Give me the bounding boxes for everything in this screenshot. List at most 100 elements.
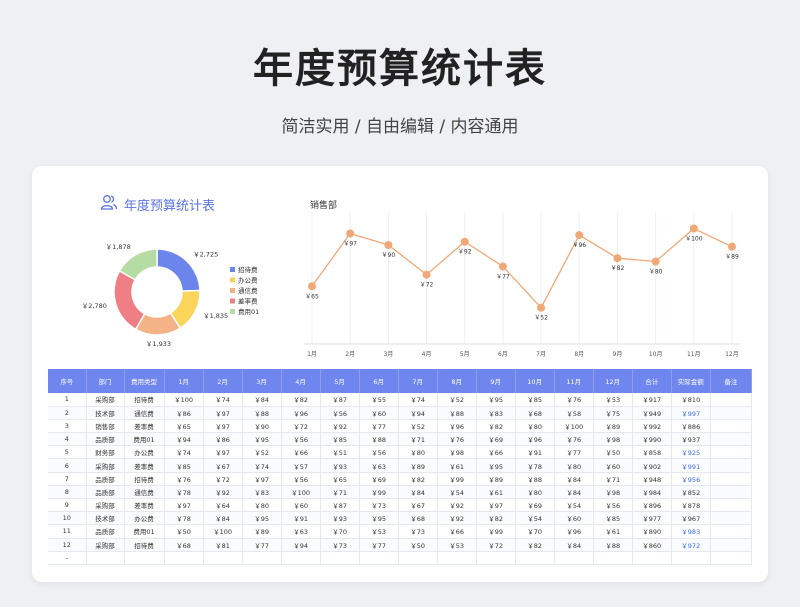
table-cell: ￥55 [359,393,399,407]
table-cell: ￥60 [359,406,399,420]
table-cell [437,551,477,565]
table-cell: ￥78 [164,485,204,500]
dashboard-card: 年度预算统计表 ￥2,725 ￥1,835 ￥1,933 ￥2,780 ￥1,878 招待… [32,166,768,582]
table-cell: ￥80 [398,445,438,460]
table-cell [710,472,753,486]
data-point [537,303,546,312]
legend-swatch [230,309,235,314]
table-cell: ￥53 [359,524,399,539]
table-cell: ￥65 [320,472,360,486]
table-cell: ￥85 [164,458,204,473]
table-cell: 差率费 [124,458,165,473]
table-cell: ￥858 [632,445,672,460]
column-header: 2月 [203,369,243,393]
table-cell: ￥61 [593,524,633,539]
table-cell: ￥66 [281,445,321,460]
table-cell: ￥99 [476,524,516,539]
table-cell: ￥76 [164,472,204,486]
x-tick-label: 12月 [725,351,739,358]
table-cell: ￥63 [359,458,399,473]
data-point [651,257,660,266]
table-cell [593,551,633,565]
point-label: ￥52 [534,315,548,322]
table-cell [242,551,282,565]
data-point [575,231,584,240]
table-cell: ￥85 [593,511,633,526]
column-header: 备注 [710,369,753,393]
table-cell: ￥74 [203,393,243,407]
table-cell: ￥967 [671,511,711,526]
table-cell: ￥82 [476,419,516,434]
donut-data-label: ￥2,725 [193,251,218,259]
column-header: 11月 [554,369,594,393]
table-cell: ￥52 [437,393,477,407]
column-header: 费用类型 [124,369,165,393]
table-cell: ￥92 [437,511,477,526]
legend-swatch [230,277,235,283]
donut-data-label: ￥1,933 [146,340,171,348]
table-cell: ￥56 [593,498,633,513]
table-cell: ￥57 [281,458,321,473]
table-cell: ￥88 [437,406,477,420]
table-cell: ￥95 [242,432,282,447]
table-cell: ￥984 [632,485,672,500]
table-cell: ￥896 [632,498,672,513]
table-row: 12 采购部 招待费 ￥68 ￥81 ￥77 ￥94 ￥73 ￥77 ￥50 ￥53 ￥72 ￥82 ￥8… [48,538,753,552]
table-cell: ￥60 [593,458,633,473]
table-cell: ￥56 [359,445,399,460]
table-cell: ￥86 [203,432,243,447]
table-cell: - [48,551,87,565]
x-tick-label: 7月 [536,351,546,358]
table-cell: ￥63 [281,524,321,539]
point-label: ￥90 [382,252,396,259]
column-header: 9月 [476,369,516,393]
column-header: 实际金额 [671,369,711,393]
table-cell: 费用01 [124,432,165,447]
table-cell: ￥80 [515,485,555,500]
table-cell: ￥100 [554,419,594,434]
legend-swatch [230,288,235,293]
donut-chart: ￥2,725 ￥1,835 ￥1,933 ￥2,780 ￥1,878 招待费办公费通信费差… [82,243,259,348]
table-cell [203,551,243,565]
table-cell: ￥82 [281,393,321,407]
table-cell: ￥95 [242,511,282,526]
x-tick-label: 11月 [687,351,701,358]
table-cell: ￥93 [320,458,360,473]
table-cell [710,406,753,420]
table-cell: 销售部 [86,419,125,434]
table-cell: ￥852 [671,485,711,500]
table-cell: ￥94 [164,432,204,447]
table-row: 5 财务部 办公费 ￥74 ￥97 ￥52 ￥66 ￥51 ￥56 ￥80 ￥98 ￥66 ￥91 ￥77… [48,445,753,460]
table-cell: 招待费 [124,538,165,552]
table-cell: ￥82 [398,472,438,486]
table-cell: ￥84 [554,538,594,552]
table-cell: ￥83 [476,406,516,420]
x-tick-label: 4月 [422,351,432,358]
table-row: 8 品质部 通信费 ￥78 ￥92 ￥83 ￥100 ￥71 ￥99 ￥84 ￥54 ￥61 ￥80 ￥8… [48,485,753,500]
table-cell: ￥917 [632,393,672,407]
table-cell: ￥73 [398,524,438,539]
table-header-row: 序号 部门 费用类型 1月 2月 3月 4月 5月 6月 7月 8月 9月 10月 11月 12月 合计 实际金… [48,369,753,393]
table-cell: ￥53 [437,538,477,552]
table-cell: ￥61 [437,458,477,473]
data-point [613,254,622,263]
table-cell: 费用01 [124,524,165,539]
table-cell: ￥68 [164,538,204,552]
point-label: ￥77 [496,273,510,280]
table-cell: 办公费 [124,445,165,460]
table-cell: ￥992 [632,419,672,434]
table-cell [124,551,165,565]
table-cell: ￥95 [476,458,516,473]
table-row: - [48,551,753,565]
table-cell: ￥54 [554,498,594,513]
table-cell: ￥990 [632,432,672,447]
page-subtitle: 简洁实用 / 自由编辑 / 内容通用 [281,117,519,137]
table-cell: ￥81 [203,538,243,552]
table-cell: ￥96 [554,524,594,539]
table-cell: ￥72 [281,419,321,434]
table-cell: ￥50 [398,538,438,552]
table-cell: ￥86 [164,406,204,420]
table-cell [710,393,753,407]
table-cell: ￥72 [476,538,516,552]
table-cell: ￥87 [320,498,360,513]
